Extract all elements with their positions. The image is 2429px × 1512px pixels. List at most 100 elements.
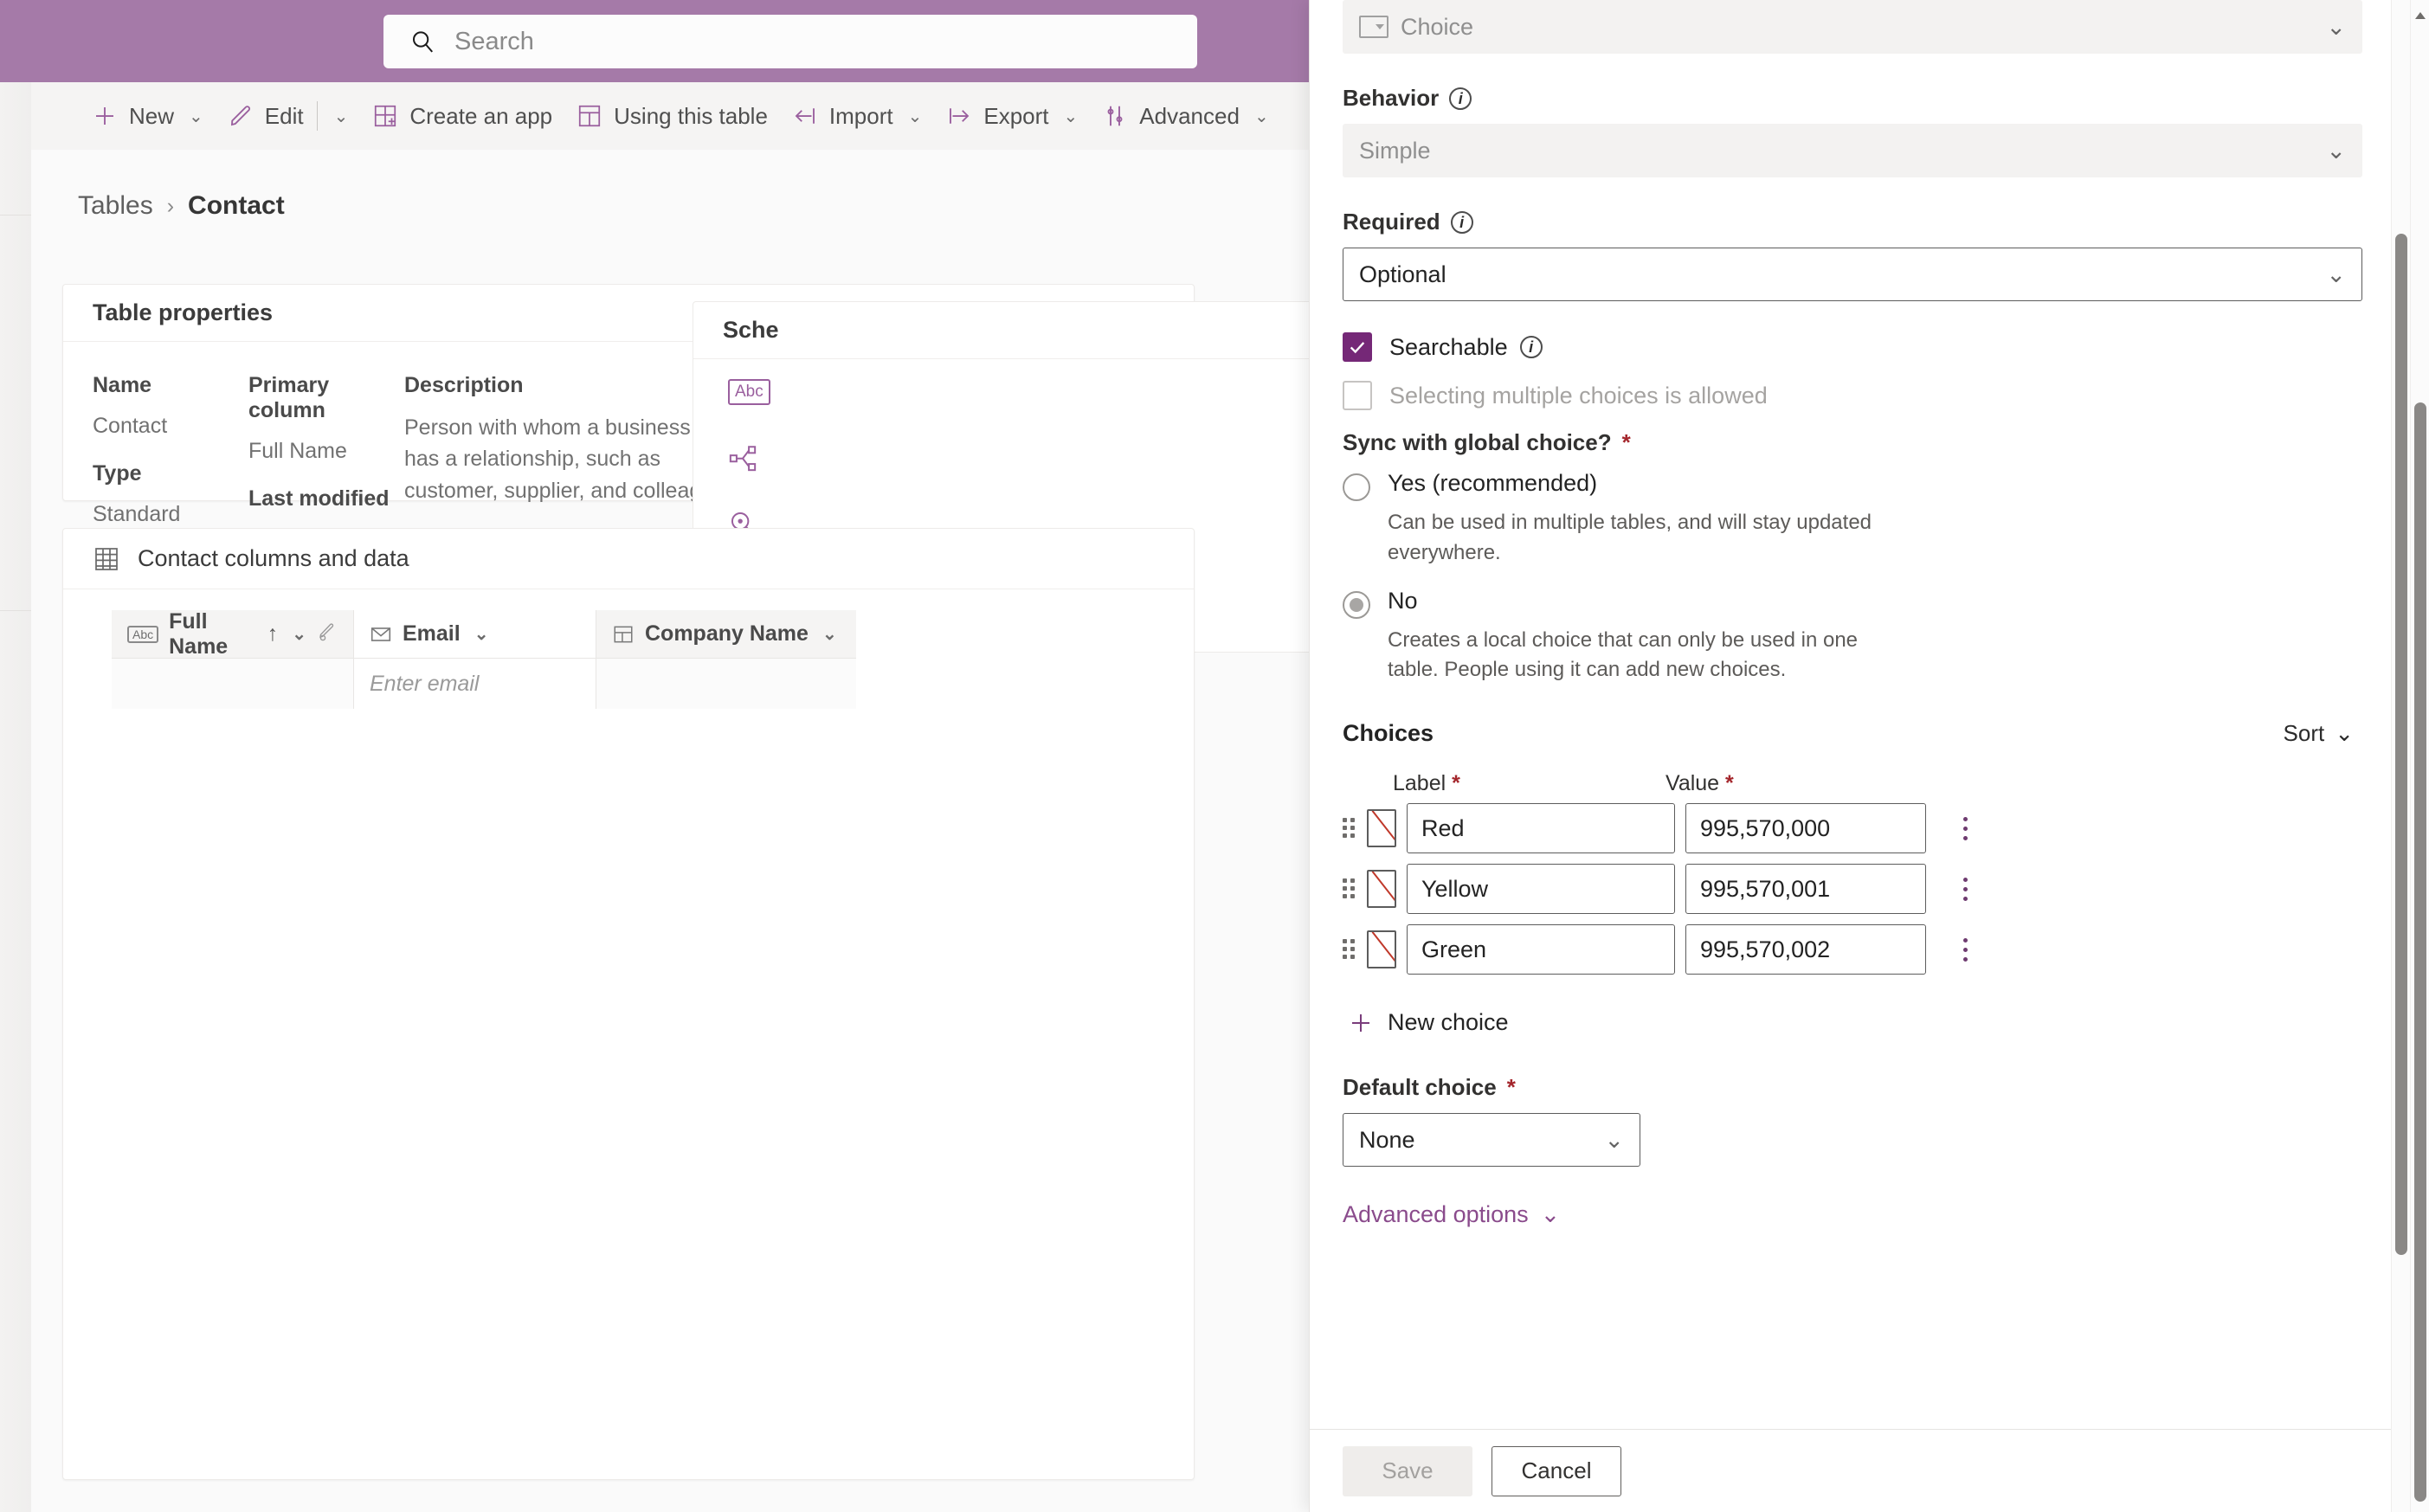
- command-new[interactable]: New ⌄: [80, 82, 216, 150]
- chevron-down-icon[interactable]: ⌄: [474, 623, 489, 645]
- color-swatch-none[interactable]: [1367, 870, 1396, 909]
- sort-ascending-icon[interactable]: ↑: [267, 621, 279, 647]
- command-label: Edit: [264, 102, 304, 129]
- panel-scrollbar[interactable]: [2391, 0, 2410, 1512]
- grid-cell-company-name[interactable]: [596, 659, 856, 709]
- behavior-label: Behavior: [1343, 85, 1440, 111]
- command-using-this-table[interactable]: Using this table: [564, 82, 780, 150]
- column-header-full-name[interactable]: Abc Full Name ↑ ⌄: [112, 609, 353, 659]
- tp-label: Type: [93, 460, 142, 486]
- left-nav-rail[interactable]: [0, 82, 31, 1512]
- command-label: New: [129, 102, 175, 129]
- panel-scrollbar-thumb[interactable]: [2395, 234, 2407, 1255]
- info-icon[interactable]: i: [1449, 87, 1472, 110]
- multi-select-row: Selecting multiple choices is allowed: [1343, 381, 2362, 410]
- chevron-down-icon[interactable]: ⌄: [292, 623, 306, 645]
- radio-no[interactable]: [1343, 590, 1370, 619]
- columns-card-header: Contact columns and data: [63, 529, 1194, 589]
- plus-icon: [1348, 1010, 1374, 1036]
- command-export[interactable]: Export ⌄: [934, 82, 1090, 150]
- required-asterisk: *: [1506, 1074, 1516, 1101]
- grid-column-company-name: Company Name ⌄: [596, 610, 856, 709]
- tp-value: Standard: [93, 501, 181, 526]
- chevron-down-icon[interactable]: ⌄: [1254, 106, 1269, 127]
- grid-table-icon: [93, 545, 120, 573]
- choice-row-more-icon[interactable]: [1950, 930, 1980, 969]
- choice-label-input[interactable]: [1407, 924, 1675, 975]
- save-button[interactable]: Save: [1343, 1445, 1472, 1496]
- info-icon[interactable]: i: [1450, 210, 1473, 234]
- required-field: Required i Optional ⌄: [1343, 209, 2362, 301]
- choice-row-more-icon[interactable]: [1950, 808, 1980, 848]
- sync-global-option-yes[interactable]: Yes (recommended): [1343, 470, 2362, 501]
- schema-item-columns[interactable]: Abc: [693, 359, 1350, 425]
- sort-label: Sort: [2283, 720, 2325, 747]
- searchable-label-row: Searchable i: [1389, 334, 1543, 361]
- command-import[interactable]: Import ⌄: [780, 82, 934, 150]
- global-search[interactable]: Search: [383, 15, 1197, 68]
- sync-global-option-no[interactable]: No: [1343, 588, 2362, 619]
- drag-handle-icon[interactable]: [1343, 935, 1356, 964]
- behavior-select: Simple ⌄: [1343, 124, 2362, 177]
- choice-value-input[interactable]: [1685, 803, 1926, 854]
- column-header-email[interactable]: Email ⌄: [354, 610, 596, 659]
- advanced-options-toggle[interactable]: Advanced options ⌄: [1343, 1196, 1560, 1233]
- tp-value: Contact: [93, 414, 168, 438]
- panel-footer: Save Cancel: [1310, 1429, 2395, 1512]
- tp-description-value: Person with whom a business unit has a r…: [404, 415, 732, 503]
- chevron-down-icon[interactable]: ⌄: [334, 106, 349, 127]
- sort-button[interactable]: Sort ⌄: [2275, 715, 2362, 752]
- edit-column-icon[interactable]: [317, 621, 338, 647]
- page-scrollbar-thumb[interactable]: [2414, 402, 2426, 1502]
- chevron-down-icon: ⌄: [1540, 1201, 1561, 1228]
- choices-column-headers: Label * Value *: [1343, 771, 2362, 796]
- app-grid-icon: [372, 103, 398, 129]
- page-body: Tables › Contact Table properties P: [31, 150, 1350, 1512]
- choice-label-input[interactable]: [1407, 803, 1675, 854]
- scroll-up-arrow-icon[interactable]: [2415, 12, 2426, 19]
- new-choice-button[interactable]: New choice: [1343, 1000, 1514, 1045]
- command-advanced[interactable]: Advanced ⌄: [1090, 82, 1280, 150]
- command-create-an-app[interactable]: Create an app: [360, 82, 564, 150]
- cancel-button[interactable]: Cancel: [1492, 1445, 1621, 1496]
- chevron-down-icon[interactable]: ⌄: [908, 106, 923, 127]
- choice-label-input[interactable]: [1407, 864, 1675, 915]
- chevron-down-icon[interactable]: ⌄: [1604, 1127, 1624, 1154]
- schema-item-relationships[interactable]: [693, 425, 1350, 491]
- grid-cell-email[interactable]: Enter email: [354, 659, 596, 709]
- panel-scroll-region: Choice ⌄ Behavior i Simple ⌄ Required i …: [1310, 0, 2395, 1464]
- searchable-checkbox[interactable]: [1343, 332, 1372, 362]
- chevron-down-icon[interactable]: ⌄: [822, 623, 837, 645]
- pencil-icon: [228, 103, 254, 129]
- choice-row: [1343, 924, 2362, 975]
- tp-value: Full Name: [248, 439, 347, 463]
- chevron-down-icon[interactable]: ⌄: [2326, 261, 2346, 288]
- default-choice-select[interactable]: None ⌄: [1343, 1113, 1640, 1168]
- chevron-down-icon[interactable]: ⌄: [1064, 106, 1079, 127]
- command-label: Create an app: [409, 102, 553, 129]
- grid-cell-full-name[interactable]: [112, 659, 353, 709]
- choice-row-more-icon[interactable]: [1950, 869, 1980, 909]
- choice-value-input[interactable]: [1685, 924, 1926, 975]
- card-title: Table properties: [93, 299, 274, 325]
- breadcrumb-root[interactable]: Tables: [78, 191, 153, 221]
- breadcrumb: Tables › Contact: [78, 191, 285, 221]
- command-split-divider: [316, 101, 318, 131]
- chevron-down-icon[interactable]: ⌄: [189, 106, 203, 127]
- drag-handle-icon[interactable]: [1343, 814, 1356, 843]
- grid-column-full-name: Abc Full Name ↑ ⌄: [112, 609, 354, 709]
- column-header-company-name[interactable]: Company Name ⌄: [596, 610, 856, 659]
- radio-yes[interactable]: [1343, 473, 1370, 501]
- info-icon[interactable]: i: [1519, 336, 1543, 358]
- search-input[interactable]: Search: [454, 28, 534, 56]
- color-swatch-none[interactable]: [1367, 809, 1396, 848]
- drag-handle-icon[interactable]: [1343, 874, 1356, 904]
- new-choice-label: New choice: [1388, 1009, 1509, 1036]
- color-swatch-none[interactable]: [1367, 930, 1396, 969]
- command-edit[interactable]: Edit ⌄: [216, 82, 361, 150]
- choice-value-input[interactable]: [1685, 864, 1926, 915]
- app-header: Search: [0, 0, 1309, 82]
- searchable-row[interactable]: Searchable i: [1343, 332, 2362, 362]
- page-scrollbar[interactable]: [2410, 0, 2429, 1512]
- required-select[interactable]: Optional ⌄: [1343, 248, 2362, 301]
